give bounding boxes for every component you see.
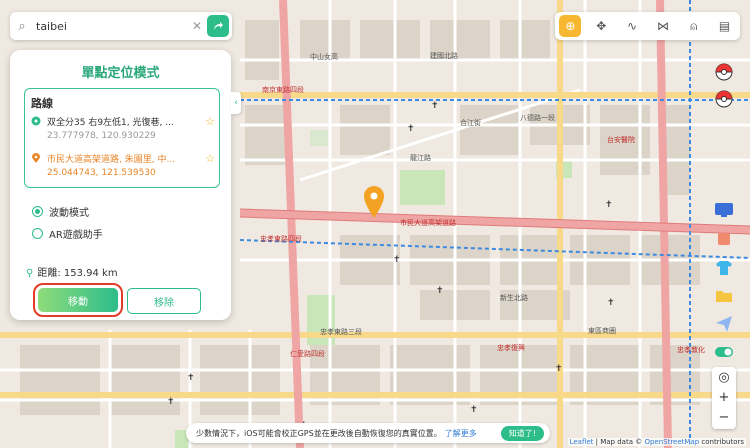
radio-selected-icon[interactable] — [32, 205, 43, 217]
map-label: 新生北路 — [500, 293, 528, 302]
favorite-star-icon[interactable]: ☆ — [205, 115, 215, 128]
stop-coords: 23.777978, 120.930229 — [47, 131, 156, 141]
mode-options: 波動模式 AR遊戲助手 — [24, 200, 218, 244]
history-icon[interactable]: ▤ — [714, 15, 736, 37]
svg-text:✝: ✝ — [436, 286, 444, 296]
toggle-graphic — [715, 347, 733, 357]
leaflet-link[interactable]: Leaflet — [570, 438, 594, 446]
mode-option-ar[interactable]: AR遊戲助手 — [24, 222, 218, 244]
route-box: 路線 双全分35 右9左低1, 光復巷, ... 23.777978, 120.… — [24, 88, 220, 188]
distance-readout: ⚲ 距離: 153.94 km — [26, 264, 118, 279]
map-label: 八德路一段 — [520, 113, 555, 122]
send-icon[interactable] — [712, 312, 736, 336]
map-label: 合江街 — [460, 118, 481, 127]
move-icon[interactable]: ✥ — [590, 15, 612, 37]
attribution-text: | Map data © — [593, 438, 645, 446]
route-title: 路線 — [31, 97, 53, 110]
end-pin-icon — [32, 153, 40, 163]
search-icon: ⌕ — [18, 18, 26, 34]
notice-text: 少數情況下，iOS可能會校正GPS並在更改後自動恢復您的真實位置。 — [196, 428, 442, 438]
map-label: 南京東路四段 — [262, 85, 304, 94]
chevron-left-icon: ‹ — [234, 98, 238, 108]
osm-link[interactable]: OpenStreetMap — [644, 438, 699, 446]
pokeball-icon[interactable] — [712, 60, 736, 84]
share-button[interactable] — [207, 15, 229, 37]
mode-panel: 單點定位模式 路線 双全分35 右9左低1, 光復巷, ... 23.77797… — [10, 50, 231, 320]
eraser-graphic — [718, 233, 730, 245]
folder-icon[interactable] — [712, 284, 736, 308]
remove-button[interactable]: 移除 — [127, 288, 201, 314]
shirt-icon[interactable] — [712, 256, 736, 280]
crosshair-icon[interactable]: ⊕ — [559, 15, 582, 37]
svg-text:✝: ✝ — [393, 255, 401, 265]
move-button[interactable]: 移動 — [33, 283, 123, 317]
user-icon[interactable]: ⍝ — [683, 15, 705, 37]
distance-label: 距離: 153.94 km — [37, 268, 118, 279]
clear-icon[interactable]: ✕ — [188, 19, 206, 33]
svg-text:✝: ✝ — [187, 373, 195, 383]
start-pin-icon — [31, 116, 41, 126]
map-label: 仁愛路四段 — [290, 349, 325, 358]
mode-option-wave[interactable]: 波動模式 — [24, 200, 218, 222]
map-label: 中山女高 — [310, 52, 338, 61]
svg-text:✝: ✝ — [431, 101, 439, 111]
collapse-panel-button[interactable]: ‹ — [231, 92, 241, 114]
distance-icon: ⚲ — [26, 268, 34, 279]
zoom-controls: ◎ + − — [712, 367, 736, 429]
svg-text:✝: ✝ — [470, 405, 478, 415]
stop-address: 双全分35 右9左低1, 光復巷, ... — [47, 118, 174, 128]
map-label: 忠孝敦化 — [677, 345, 705, 354]
stop-address: 市民大道高架道路, 朱園里, 中... — [47, 155, 176, 165]
map-label: 建國北路 — [430, 51, 458, 60]
route-icon[interactable]: ∿ — [621, 15, 643, 37]
map-label: 忠孝東路四段 — [260, 234, 302, 243]
panel-title: 單點定位模式 — [81, 66, 160, 81]
screen-icon[interactable] — [712, 198, 736, 222]
svg-text:✝: ✝ — [407, 124, 415, 134]
shirt-graphic — [716, 261, 732, 275]
multi-route-icon[interactable]: ⋈ — [652, 15, 674, 37]
screen-graphic — [715, 203, 733, 217]
send-graphic — [716, 316, 732, 332]
svg-text:✝: ✝ — [555, 364, 563, 374]
favorite-star-icon[interactable]: ☆ — [205, 152, 215, 165]
pokeball-graphic — [715, 63, 733, 81]
zoom-out-button[interactable]: − — [712, 407, 736, 427]
map-label: 忠孝東路三段 — [320, 327, 362, 336]
svg-text:✝: ✝ — [167, 397, 175, 407]
toggle-icon[interactable] — [712, 340, 736, 364]
search-bar: ⌕ ✕ — [10, 12, 232, 40]
zoom-in-button[interactable]: + — [712, 387, 736, 407]
map-label: 台安醫院 — [607, 135, 635, 144]
map-label: 東區商圈 — [588, 326, 616, 335]
mode-label: 波動模式 — [49, 207, 89, 219]
learn-more-link[interactable]: 了解更多 — [445, 428, 477, 439]
radio-icon[interactable] — [32, 227, 43, 239]
map-label: 龍江路 — [410, 153, 431, 162]
got-it-button[interactable]: 知道了! — [500, 426, 544, 441]
svg-text:✝: ✝ — [605, 200, 613, 210]
eraser-icon[interactable] — [712, 227, 736, 251]
share-arrow-icon — [214, 22, 223, 30]
map-label: 忠孝復興 — [497, 343, 525, 352]
search-input[interactable] — [34, 18, 188, 34]
attribution-tail: contributors — [699, 438, 744, 446]
folder-graphic — [716, 291, 732, 302]
stop-coords: 25.044743, 121.539530 — [47, 168, 156, 178]
mode-label: AR遊戲助手 — [49, 229, 103, 241]
map-label: 市民大道高架道路 — [400, 218, 456, 227]
map-attribution: Leaflet | Map data © OpenStreetMap contr… — [567, 438, 746, 446]
pokeball-icon[interactable] — [712, 87, 736, 111]
svg-text:✝: ✝ — [607, 298, 615, 308]
gps-notice: 少數情況下，iOS可能會校正GPS並在更改後自動恢復您的真實位置。 了解更多 知… — [186, 423, 550, 443]
pokeball-graphic — [715, 90, 733, 108]
mode-toolbar: ⊕ ✥ ∿ ⋈ ⍝ ▤ — [555, 12, 740, 40]
locate-icon[interactable]: ◎ — [712, 367, 736, 387]
